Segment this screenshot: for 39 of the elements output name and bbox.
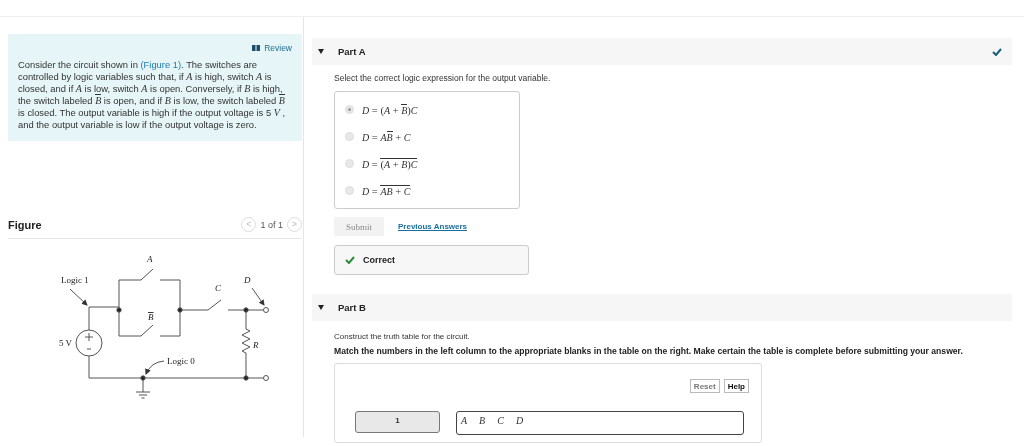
circuit-label: B (148, 312, 154, 322)
answer-option[interactable]: D = (A + B)C (345, 100, 519, 119)
circuit-label: C (215, 283, 221, 293)
help-button[interactable]: Help (723, 379, 749, 393)
check-icon (992, 47, 1002, 56)
feedback-text: Correct (363, 255, 395, 265)
previous-answers-link[interactable]: Previous Answers (398, 222, 468, 231)
part-header[interactable]: Part B (312, 294, 1012, 321)
problem-text: Consider the circuit shown in (Figure 1). The switches are controlled by logic variables such that, if A is high, switch A is closed, and if A is low, switch A is open. Conversely, if B is high, the switch labeled B is open, and if B is low, the switch labeled B is closed. The output variable is high if the output voltage is 5 V , and the output variable is low if the output voltage is zero. (18, 59, 287, 131)
radio-button[interactable] (345, 159, 354, 168)
circuit-label: D (244, 275, 251, 285)
question-prompt: Construct the truth table for the circuit. (334, 332, 471, 341)
answer-option[interactable]: D = (A + B)C (345, 154, 519, 173)
book-icon (252, 45, 261, 51)
answer-option[interactable]: D = AB + C (345, 127, 519, 146)
caret-icon (318, 305, 324, 310)
circuit-label: 5 V (59, 338, 73, 348)
page-counter: 1 of 1 (260, 219, 283, 230)
reset-button[interactable]: Reset (689, 379, 720, 393)
check-icon (345, 256, 355, 264)
circuit-label: Logic 1 (61, 275, 89, 285)
radio-button[interactable] (345, 132, 354, 141)
review-link[interactable]: Review (252, 43, 292, 53)
column-header: C (497, 415, 504, 428)
column-header: A (461, 415, 468, 428)
drag-item[interactable]: 1 (355, 411, 440, 433)
instruction-text: Match the numbers in the left column to the appropriate blanks in the table on the right. Make certain the table is complete before submitting your answer. (334, 346, 964, 357)
answer-option[interactable]: D = AB + C (345, 181, 519, 200)
caret-icon (318, 49, 324, 54)
circuit-label: R (253, 340, 259, 350)
column-header: D (515, 415, 524, 428)
column-header: B (479, 415, 486, 428)
part-header[interactable]: Part A (312, 38, 1012, 65)
figure-title: Figure (8, 218, 42, 231)
question-prompt: Select the correct logic expression for the output variable. (334, 73, 552, 83)
circuit-label: Logic 0 (167, 356, 195, 366)
radio-button[interactable] (345, 186, 354, 195)
radio-button[interactable] (345, 105, 354, 114)
circuit-label: A (147, 254, 153, 264)
